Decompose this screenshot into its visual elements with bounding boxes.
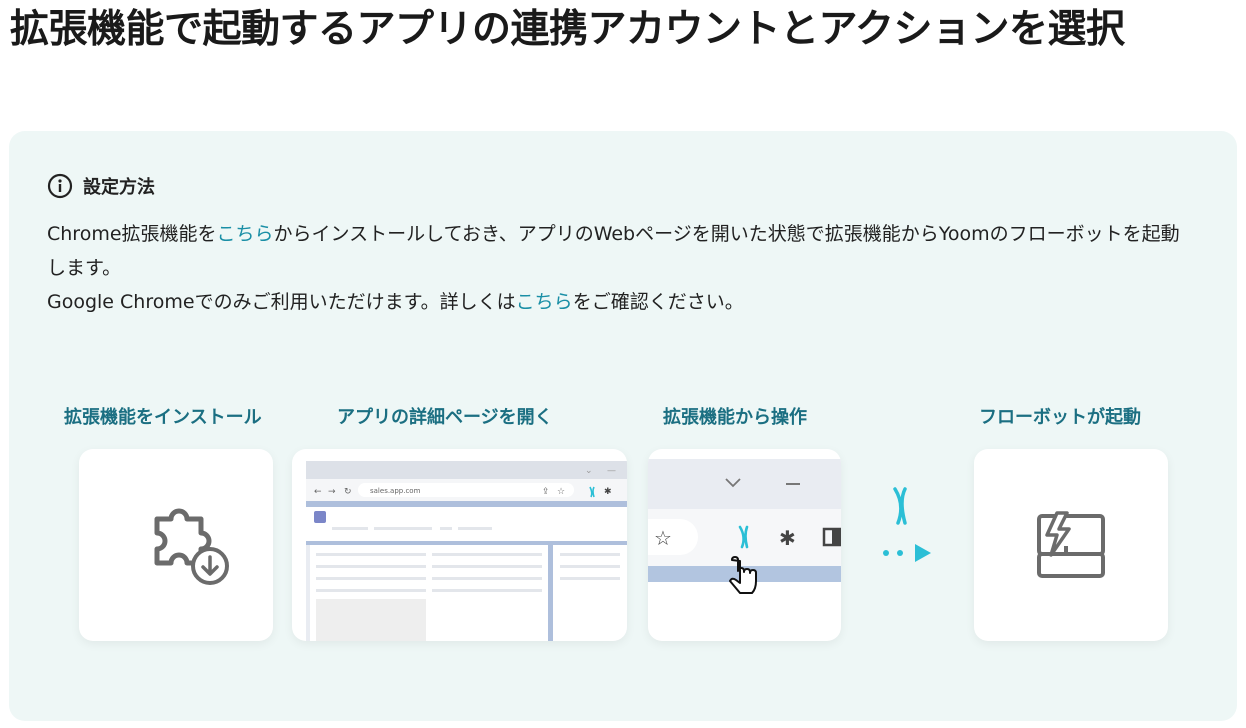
svg-text:✱: ✱ [604,487,612,497]
setup-description: Chrome拡張機能をこちらからインストールしておき、アプリのWebページを開い… [47,217,1197,319]
details-link[interactable]: こちら [516,291,573,313]
page-title: 拡張機能で起動するアプリの連携アカウントとアクションを選択 [10,7,1125,52]
svg-text:←: ← [314,487,322,497]
install-card [79,449,273,641]
svg-text:—: — [607,466,616,476]
puzzle-download-icon [154,508,229,585]
svg-text:⇪: ⇪ [542,487,550,497]
desc-line-2: Google Chromeでのみご利用いただけます。詳しくはこちらをご確認くださ… [47,285,1197,319]
step-label-launch: フローボットが起動 [979,407,1141,428]
desc-text: Chrome拡張機能を [47,223,217,245]
svg-text:☆: ☆ [654,526,672,550]
desc-line-1: Chrome拡張機能をこちらからインストールしておき、アプリのWebページを開い… [47,217,1197,285]
info-icon [47,173,73,199]
browser-page-illustration: ⌄ — ← → ↻ sales.app.com ⇪ ☆ ✱ [306,461,627,641]
svg-text:⌄: ⌄ [585,466,593,476]
extension-toolbar-card: ☆ ✱ [648,449,841,641]
step-label-install: 拡張機能をインストール [64,407,262,428]
svg-text:→: → [328,487,336,497]
section-heading-text: 設定方法 [83,177,155,198]
browser-page-card: ⌄ — ← → ↻ sales.app.com ⇪ ☆ ✱ [292,449,627,641]
desc-text: Google Chromeでのみご利用いただけます。詳しくは [47,291,516,313]
flowbot-launch-card [974,449,1168,641]
setup-panel: 設定方法 Chrome拡張機能をこちらからインストールしておき、アプリのWebペ… [9,131,1237,721]
yoom-arrow-icon [883,487,931,562]
step-label-open-page: アプリの詳細ページを開く [337,407,553,428]
section-heading: 設定方法 [47,173,155,199]
desc-text: をご確認ください。 [572,291,744,313]
svg-text:✱: ✱ [779,526,796,550]
url-text: sales.app.com [370,487,421,495]
svg-text:↻: ↻ [344,487,352,497]
flowbot-launch-icon [1037,511,1105,578]
extension-toolbar-illustration: ☆ ✱ [648,459,841,594]
step-label-operate: 拡張機能から操作 [663,407,807,428]
svg-text:☆: ☆ [557,487,565,497]
install-extension-link[interactable]: こちら [217,223,274,245]
